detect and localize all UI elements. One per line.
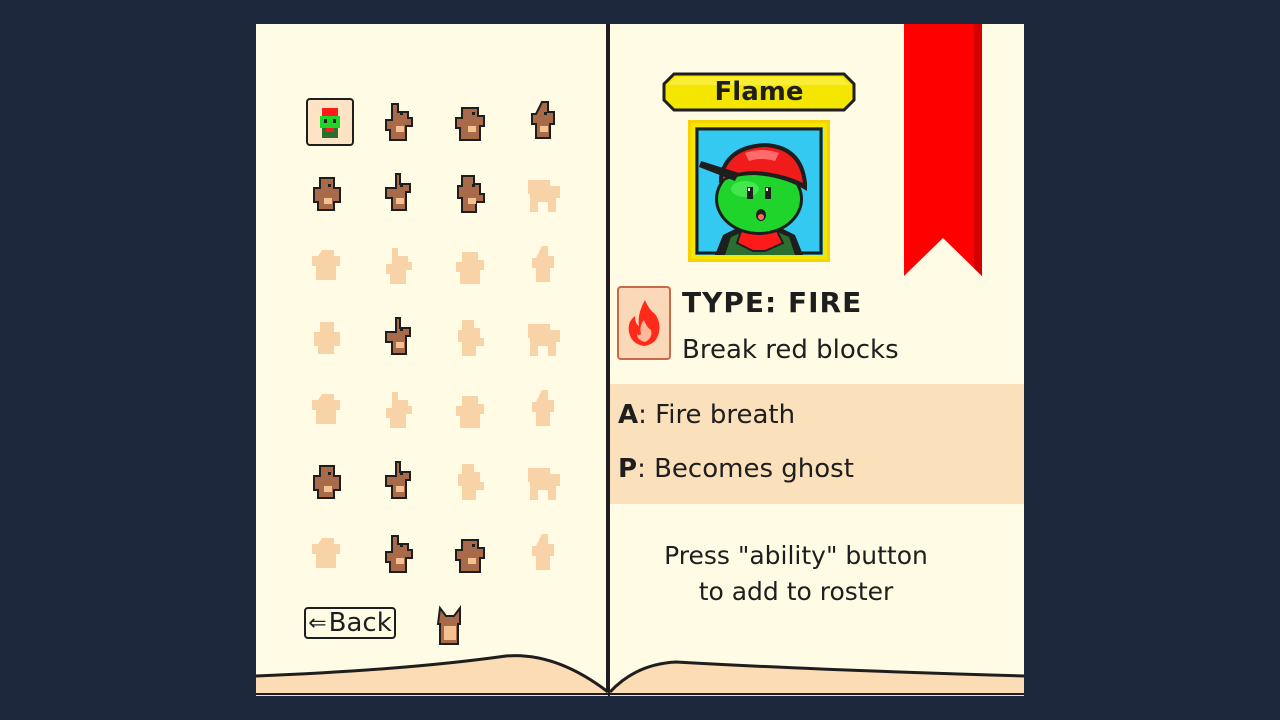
- roster-slot[interactable]: [376, 310, 424, 362]
- roster-slot[interactable]: [376, 166, 424, 218]
- roster-slot[interactable]: [306, 98, 354, 146]
- ability-separator: :: [638, 400, 647, 430]
- roster-slot[interactable]: [376, 382, 424, 434]
- crab-silhouette-icon: [312, 538, 340, 568]
- roster-slot[interactable]: [376, 94, 424, 146]
- bookmark-ribbon-icon: [904, 24, 982, 276]
- roster-slot[interactable]: [520, 526, 568, 578]
- lion-icon: [385, 461, 411, 499]
- cat-silhouette-icon: [458, 320, 484, 356]
- roster-slot[interactable]: [520, 238, 568, 290]
- owl-icon: [313, 177, 341, 211]
- fire-icon: [628, 300, 660, 346]
- fish-silhouette-icon: [532, 534, 554, 570]
- roster-slot[interactable]: [448, 382, 496, 434]
- roster-slot[interactable]: [304, 382, 352, 434]
- roster-slot[interactable]: [448, 310, 496, 362]
- roster-slot[interactable]: [304, 166, 352, 218]
- ability-text: Becomes ghost: [654, 454, 854, 484]
- ghost-blob-silhouette-icon: [528, 468, 560, 500]
- creature-book: ⇐ Back Flame TYPE: FIRE Break red blocks…: [256, 24, 1024, 696]
- dino-silhouette-icon: [532, 246, 554, 282]
- back-arrow-icon: ⇐: [308, 610, 327, 636]
- creature-portrait: [688, 120, 830, 262]
- abilities-panel: A: Fire breath P: Becomes ghost: [610, 384, 1024, 504]
- roster-slot[interactable]: [520, 94, 568, 146]
- roster-slot[interactable]: [520, 166, 568, 218]
- horse-silhouette-icon: [528, 180, 560, 212]
- roster-slot[interactable]: [448, 238, 496, 290]
- roster-slot[interactable]: [448, 526, 496, 578]
- serpent-silhouette-icon: [314, 322, 340, 354]
- dinosaur-silhouette-icon: [386, 392, 412, 428]
- ghost-silhouette-icon: [386, 248, 412, 284]
- roster-slot[interactable]: [448, 166, 496, 218]
- squirrel-icon: [455, 107, 485, 141]
- roster-slot[interactable]: [376, 238, 424, 290]
- dragon-silhouette-icon: [528, 324, 560, 356]
- type-label: TYPE: FIRE: [682, 286, 863, 319]
- roster-slot[interactable]: [520, 310, 568, 362]
- knight-icon: [455, 539, 485, 573]
- player-frog-icon: [312, 102, 348, 142]
- ability-separator: :: [637, 454, 646, 484]
- roster-hint: Press "ability" button to add to roster: [610, 538, 982, 610]
- horned-beast-icon: [531, 101, 555, 139]
- otter-icon: [313, 465, 341, 499]
- roster-slot[interactable]: [520, 454, 568, 506]
- type-badge: [617, 286, 671, 360]
- pot-creature-icon: [385, 535, 413, 573]
- type-description: Break red blocks: [682, 335, 899, 365]
- ability-row: P: Becomes ghost: [618, 454, 854, 484]
- weasel-icon: [385, 103, 413, 141]
- creature-name: Flame: [714, 77, 804, 107]
- roster-slot[interactable]: [448, 94, 496, 146]
- roster-slot[interactable]: [304, 310, 352, 362]
- orb-silhouette-icon: [456, 252, 484, 284]
- ability-key: P: [618, 454, 638, 484]
- flame-frog-portrait-icon: [695, 127, 823, 255]
- seal-silhouette-icon: [456, 396, 484, 428]
- roster-slot[interactable]: [376, 526, 424, 578]
- rabbit-icon: [385, 173, 411, 211]
- ability-text: Fire breath: [655, 400, 796, 430]
- ability-row: A: Fire breath: [618, 400, 795, 430]
- roster-slot[interactable]: [520, 382, 568, 434]
- roster-slot[interactable]: [448, 454, 496, 506]
- cow-silhouette-icon: [312, 394, 340, 424]
- mole-silhouette-icon: [458, 464, 484, 500]
- roster-slot[interactable]: [304, 526, 352, 578]
- roster-slot[interactable]: [304, 238, 352, 290]
- hint-line: to add to roster: [698, 577, 894, 606]
- roster-slot[interactable]: [304, 454, 352, 506]
- page-curl-decoration: [256, 654, 1024, 696]
- wolf-silhouette-icon: [532, 390, 554, 426]
- ability-key: A: [618, 400, 639, 430]
- bird-icon: [457, 175, 485, 213]
- monkey-icon: [385, 317, 411, 355]
- bug-silhouette-icon: [312, 250, 340, 280]
- hint-line: Press "ability" button: [664, 541, 928, 570]
- roster-slot[interactable]: [376, 454, 424, 506]
